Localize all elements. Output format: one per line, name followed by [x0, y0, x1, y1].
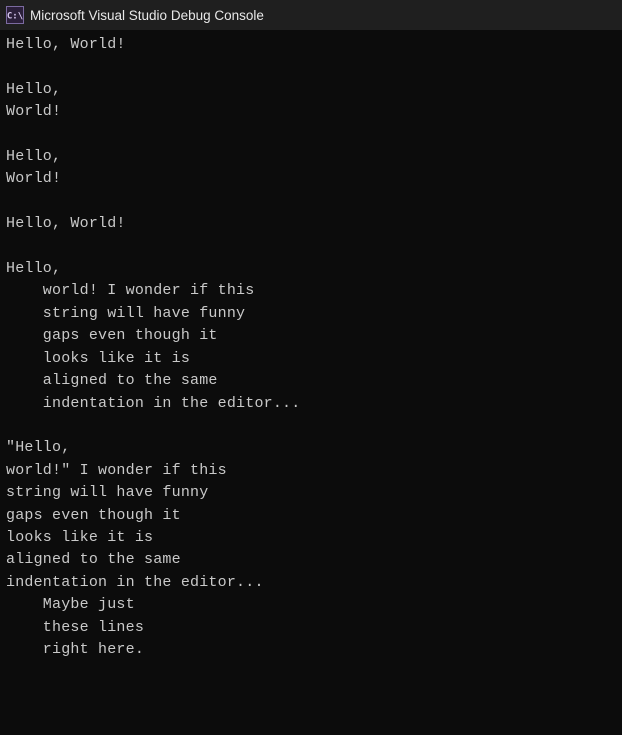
console-output: Hello, World! Hello, World! Hello, World… — [0, 30, 622, 667]
svg-text:C:\: C:\ — [7, 12, 23, 22]
vs-debug-console-icon: C:\ — [6, 6, 24, 24]
window-title: Microsoft Visual Studio Debug Console — [30, 8, 264, 23]
titlebar[interactable]: C:\ Microsoft Visual Studio Debug Consol… — [0, 0, 622, 30]
